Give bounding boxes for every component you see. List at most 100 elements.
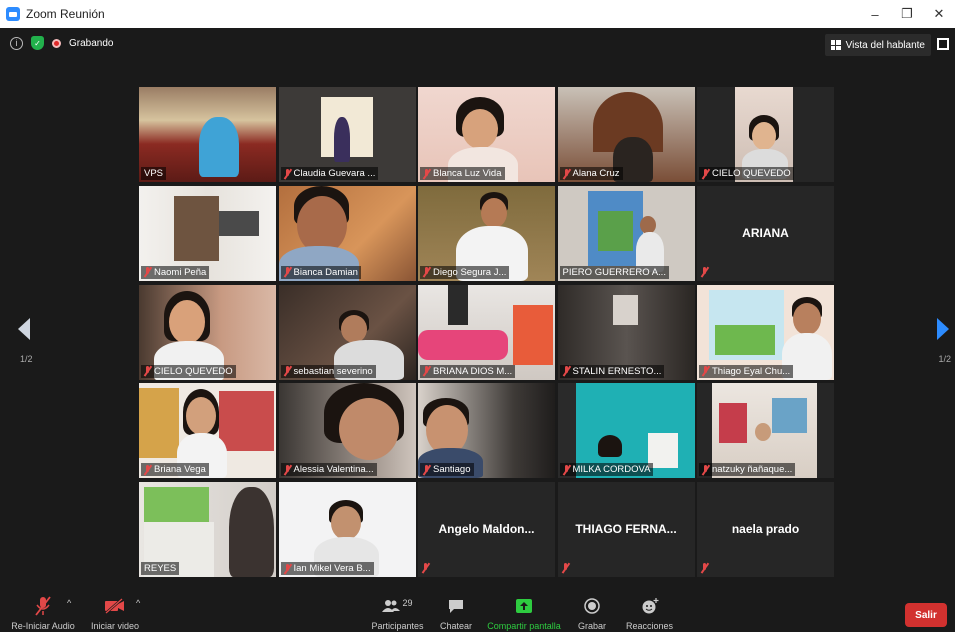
video-tile[interactable]: STALIN ERNESTO... — [557, 284, 695, 380]
minimize-button[interactable]: – — [859, 0, 891, 28]
leave-meeting-button[interactable]: Salir — [905, 603, 947, 627]
video-tile[interactable]: Naomi Peña — [139, 185, 276, 281]
record-icon — [584, 595, 600, 617]
participant-name-center: Angelo Maldon... — [438, 522, 535, 536]
mic-muted-icon — [562, 563, 569, 573]
mic-muted-icon — [144, 464, 151, 475]
video-tile[interactable]: REYES — [139, 482, 276, 577]
window-title: Zoom Reunión — [26, 7, 105, 21]
record-button[interactable]: Grabar — [572, 590, 612, 632]
participant-name-label: Bianca Damian — [280, 265, 361, 279]
share-screen-button[interactable]: Compartir pantalla — [485, 590, 563, 632]
video-tile[interactable]: VPS — [139, 87, 276, 182]
meeting-toolbar: Re-Iniciar Audio ^ Iniciar video ^ 29 Pa… — [0, 590, 955, 632]
share-screen-label: Compartir pantalla — [487, 621, 561, 631]
mic-muted-icon — [701, 563, 708, 573]
video-tile[interactable]: Briana Vega — [139, 383, 276, 479]
participant-name-label: natzuky ñañaque... — [699, 463, 796, 477]
video-button[interactable]: Iniciar video — [85, 590, 145, 632]
video-tile[interactable]: MILKA CORDOVA — [557, 383, 695, 479]
page-indicator-right: 1/2 — [938, 354, 951, 364]
video-off-tile[interactable]: naela prado — [697, 482, 834, 577]
video-off-tile[interactable]: Angelo Maldon... — [418, 482, 555, 577]
video-tile[interactable]: Ian Mikel Vera B... — [278, 482, 416, 577]
video-tile[interactable]: Santiago — [418, 383, 555, 479]
video-tile-active-speaker[interactable]: PIERO GUERRERO A... — [557, 185, 695, 281]
mic-muted-icon — [563, 366, 570, 376]
video-tile[interactable]: Bianca Damian — [278, 185, 416, 281]
participant-name-label: sebastian severino — [280, 364, 376, 378]
video-tile[interactable]: Alana Cruz — [557, 87, 695, 182]
participant-name-label: Thiago Eyal Chu... — [699, 364, 794, 378]
audio-options-caret-icon[interactable]: ^ — [67, 598, 71, 608]
audio-button[interactable]: Re-Iniciar Audio — [8, 590, 78, 632]
video-off-tile[interactable]: THIAGO FERNA... — [557, 482, 695, 577]
security-shield-icon[interactable]: ✓ — [31, 36, 44, 50]
video-tile[interactable]: Blanca Luz Vida — [418, 87, 555, 182]
mic-muted-icon — [702, 168, 709, 179]
audio-label: Re-Iniciar Audio — [11, 621, 75, 631]
close-button[interactable]: ✕ — [923, 0, 955, 28]
participant-name-label: CIELO QUEVEDO — [141, 364, 236, 378]
video-tile[interactable]: sebastian severino — [278, 284, 416, 380]
video-off-tile[interactable]: ARIANA — [697, 185, 834, 281]
participants-button[interactable]: 29 Participantes — [370, 590, 425, 632]
participant-name-label: Diego Segura J... — [420, 265, 510, 279]
window-controls: – ❐ ✕ — [859, 0, 955, 28]
info-icon[interactable]: i — [10, 36, 23, 50]
participants-label: Participantes — [371, 621, 424, 631]
mic-off-icon — [35, 595, 51, 617]
video-label: Iniciar video — [90, 621, 140, 631]
participants-icon: 29 — [382, 595, 413, 617]
reactions-label: Reacciones — [625, 621, 674, 631]
participant-name-label: Alana Cruz — [559, 167, 623, 180]
page-indicator-left: 1/2 — [20, 354, 33, 364]
previous-page-arrow-icon[interactable] — [18, 318, 30, 340]
restore-button[interactable]: ❐ — [891, 0, 923, 28]
mic-muted-icon — [423, 267, 430, 277]
mic-muted-icon — [284, 563, 291, 574]
video-tile[interactable]: CIELO QUEVEDO — [697, 87, 834, 182]
reactions-button[interactable]: Reacciones — [622, 590, 677, 632]
video-tile[interactable]: Alessia Valentina... — [278, 383, 416, 479]
mic-muted-icon — [701, 266, 708, 277]
mic-muted-icon — [422, 563, 429, 573]
emoji-reaction-icon — [641, 595, 659, 617]
participant-name-label: VPS — [141, 167, 167, 180]
mic-muted-icon — [563, 464, 570, 475]
participant-name-label: Alessia Valentina... — [280, 463, 377, 477]
speaker-view-label: Vista del hablante — [845, 39, 925, 51]
video-off-icon — [104, 595, 126, 617]
participant-name-label: Claudia Guevara ... — [280, 167, 379, 180]
mic-muted-icon — [284, 366, 291, 376]
mic-muted-icon — [284, 168, 291, 179]
mic-muted-icon — [563, 168, 570, 179]
mic-muted-icon — [144, 366, 151, 376]
video-options-caret-icon[interactable]: ^ — [136, 598, 140, 608]
video-tile[interactable]: Claudia Guevara ... — [278, 87, 416, 182]
fullscreen-icon[interactable] — [937, 38, 949, 50]
mic-muted-icon — [284, 267, 291, 277]
record-label: Grabar — [577, 621, 606, 631]
participant-name-label: STALIN ERNESTO... — [559, 364, 665, 378]
participant-name-label: BRIANA DIOS M... — [420, 364, 516, 378]
participant-name-label: PIERO GUERRERO A... — [559, 265, 669, 279]
chat-button[interactable]: Chatear — [436, 590, 476, 632]
mic-muted-icon — [702, 464, 709, 475]
participant-name-label: Blanca Luz Vida — [420, 167, 505, 180]
participant-name-center: THIAGO FERNA... — [575, 522, 677, 536]
participant-name-label: REYES — [141, 562, 180, 575]
mic-muted-icon — [284, 464, 291, 475]
view-grid-icon — [830, 40, 841, 50]
video-tile[interactable]: BRIANA DIOS M... — [418, 284, 555, 380]
zoom-logo-icon — [6, 7, 20, 21]
speaker-view-button[interactable]: Vista del hablante — [824, 34, 931, 56]
video-tile[interactable]: Diego Segura J... — [418, 185, 555, 281]
mic-muted-icon — [144, 267, 151, 277]
next-page-arrow-icon[interactable] — [937, 318, 949, 340]
video-tile[interactable]: CIELO QUEVEDO — [139, 284, 276, 380]
video-tile[interactable]: Thiago Eyal Chu... — [697, 284, 834, 380]
participant-name-label: Briana Vega — [141, 463, 209, 477]
video-tile[interactable]: natzuky ñañaque... — [697, 383, 834, 479]
mic-muted-icon — [423, 366, 430, 376]
